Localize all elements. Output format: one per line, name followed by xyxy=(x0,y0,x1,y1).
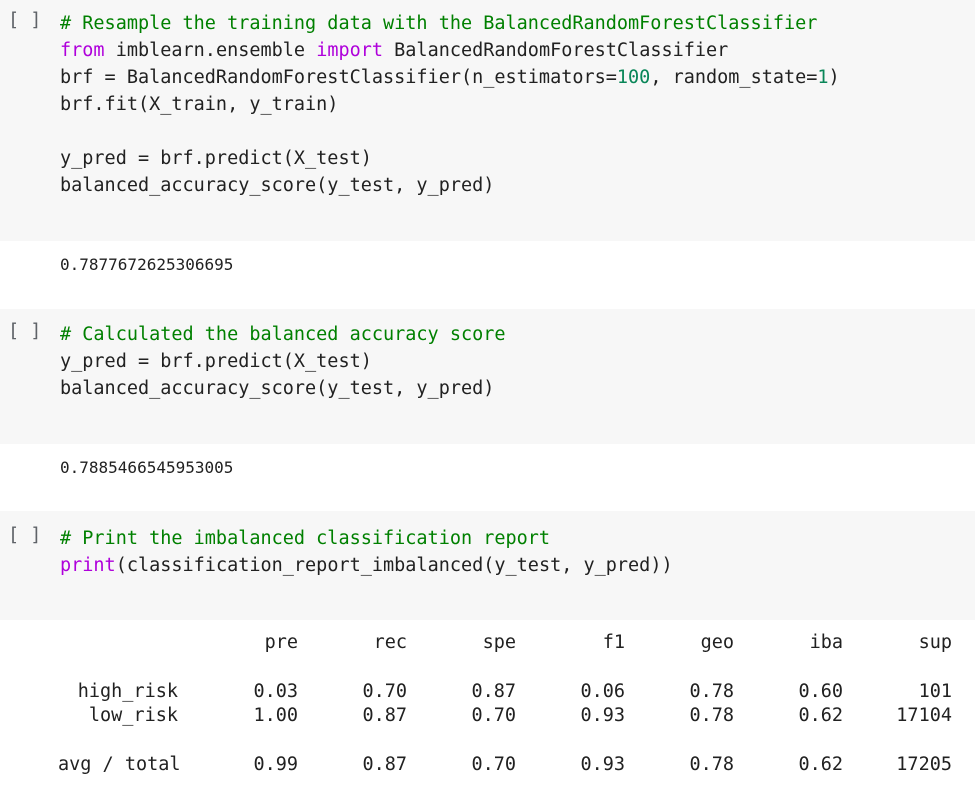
output-cell-2: 0.7885466545953005 xyxy=(0,444,975,511)
report-value: 0.03 xyxy=(253,681,298,702)
report-value: 0.78 xyxy=(689,705,734,726)
run-cell-button[interactable]: [ ] xyxy=(8,525,41,546)
report-row-label: high_risk xyxy=(77,681,178,702)
report-value: 101 xyxy=(918,681,952,702)
report-value: 0.06 xyxy=(580,681,625,702)
code-cell-1[interactable]: [ ] # Resample the training data with th… xyxy=(0,0,975,241)
code-cell-3[interactable]: [ ] # Print the imbalanced classificatio… xyxy=(0,511,975,620)
code-text: (classification_report_imbalanced(y_test… xyxy=(115,555,673,576)
report-value: 0.62 xyxy=(798,754,843,775)
report-row-label: avg / total xyxy=(58,754,181,775)
report-header: spe xyxy=(482,632,516,653)
code-text: ) xyxy=(828,67,840,88)
code-editor[interactable]: # Calculated the balanced accuracy score… xyxy=(60,321,506,402)
report-value: 0.87 xyxy=(362,705,407,726)
report-value: 1.00 xyxy=(253,705,298,726)
run-cell-button[interactable]: [ ] xyxy=(8,10,41,31)
report-value: 0.62 xyxy=(798,705,843,726)
report-header: sup xyxy=(918,632,952,653)
report-value: 0.93 xyxy=(580,705,625,726)
output-value: 0.7877672625306695 xyxy=(60,255,234,274)
report-header: rec xyxy=(373,632,407,653)
report-value: 0.87 xyxy=(471,681,516,702)
code-text: y_pred = brf.predict(X_test) xyxy=(60,351,372,372)
report-value: 0.99 xyxy=(253,754,298,775)
report-value: 0.70 xyxy=(471,705,516,726)
run-cell-button[interactable]: [ ] xyxy=(8,321,41,342)
report-value: 0.70 xyxy=(362,681,407,702)
code-comment: # Calculated the balanced accuracy score xyxy=(60,324,506,345)
report-value: 0.93 xyxy=(580,754,625,775)
report-header: iba xyxy=(809,632,843,653)
code-cell-2[interactable]: [ ] # Calculated the balanced accuracy s… xyxy=(0,309,975,444)
report-value: 0.78 xyxy=(689,754,734,775)
code-number: 100 xyxy=(616,67,651,88)
output-cell-1: 0.7877672625306695 xyxy=(0,241,975,309)
report-value: 0.78 xyxy=(689,681,734,702)
code-text: brf.fit(X_train, y_train) xyxy=(60,94,339,115)
code-text: balanced_accuracy_score(y_test, y_pred) xyxy=(60,378,495,399)
code-editor[interactable]: # Resample the training data with the Ba… xyxy=(60,10,840,199)
report-value: 17205 xyxy=(896,754,952,775)
code-text: brf = BalancedRandomForestClassifier(n_e… xyxy=(60,67,617,88)
code-editor[interactable]: # Print the imbalanced classification re… xyxy=(60,525,673,579)
code-text: , random_state= xyxy=(650,67,818,88)
report-header: geo xyxy=(700,632,734,653)
code-text: balanced_accuracy_score(y_test, y_pred) xyxy=(60,175,495,196)
code-keyword: from xyxy=(60,40,105,61)
report-value: 0.70 xyxy=(471,754,516,775)
code-comment: # Resample the training data with the Ba… xyxy=(60,13,818,34)
code-keyword: print xyxy=(60,555,116,576)
report-header: pre xyxy=(264,632,298,653)
output-value: 0.7885466545953005 xyxy=(60,458,234,477)
code-text: BalancedRandomForestClassifier xyxy=(383,40,729,61)
classification-report: pre rec spe f1 geo iba sup high_risk 0.0… xyxy=(0,620,975,797)
code-text: imblearn.ensemble xyxy=(104,40,317,61)
code-comment: # Print the imbalanced classification re… xyxy=(60,528,551,549)
code-text: y_pred = brf.predict(X_test) xyxy=(60,148,372,169)
code-number: 1 xyxy=(817,67,829,88)
report-value: 17104 xyxy=(896,705,952,726)
code-keyword: import xyxy=(316,40,384,61)
report-row-label: low_risk xyxy=(88,705,178,726)
report-value: 0.87 xyxy=(362,754,407,775)
report-header: f1 xyxy=(602,632,625,653)
report-value: 0.60 xyxy=(798,681,843,702)
